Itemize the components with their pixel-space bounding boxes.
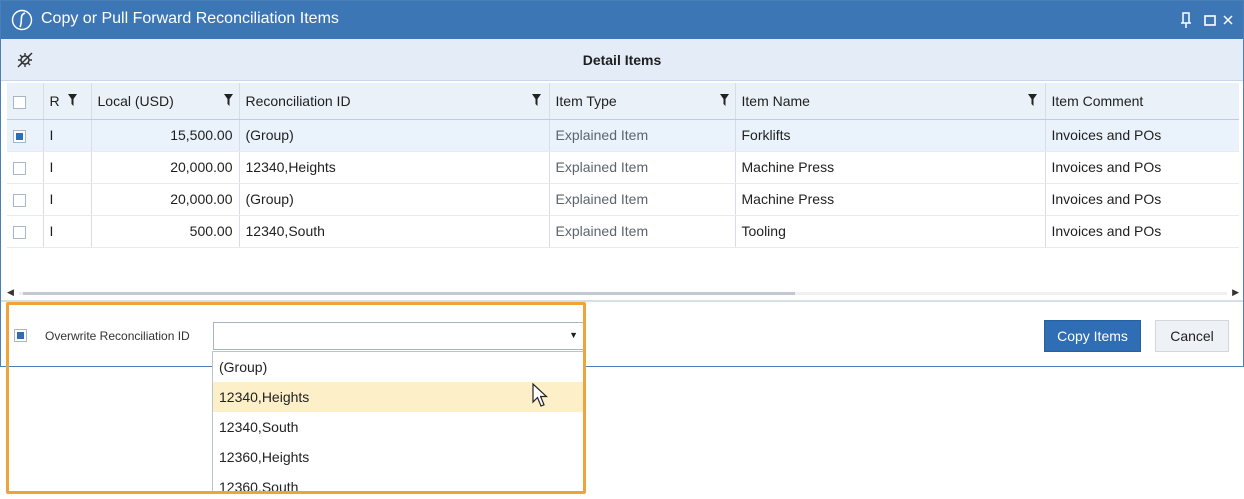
copy-items-dialog: Copy or Pull Forward Reconciliation Item…	[0, 0, 1244, 367]
row-checkbox[interactable]	[13, 161, 26, 175]
table-row[interactable]: I 20,000.00 12340,Heights Explained Item…	[7, 151, 1239, 184]
row-checkbox[interactable]	[13, 193, 26, 207]
column-label: R	[49, 92, 60, 109]
item-name-cell: Tooling	[735, 215, 1046, 248]
pin-icon[interactable]	[1179, 10, 1193, 30]
column-label: Reconciliation ID	[245, 92, 351, 109]
dropdown-option[interactable]: 12340,Heights	[213, 382, 583, 412]
dropdown-option[interactable]: 12360,Heights	[213, 442, 583, 472]
reconciliation-id-dropdown: (Group) 12340,Heights 12340,South 12360,…	[212, 351, 584, 494]
filter-icon[interactable]	[531, 94, 541, 106]
caret-down-icon[interactable]: ▼	[569, 330, 578, 340]
item-type-cell: Explained Item	[549, 151, 736, 184]
dropdown-option[interactable]: 12340,South	[213, 412, 583, 442]
column-header-item-type[interactable]: Item Type	[549, 83, 736, 120]
recon-id-cell: 12340,Heights	[239, 151, 550, 184]
item-name-cell: Machine Press	[735, 183, 1046, 216]
r-cell: I	[43, 183, 92, 216]
item-type-cell: Explained Item	[549, 215, 736, 248]
horizontal-scrollbar[interactable]: ◀ ▶	[7, 287, 1239, 299]
title-bar: Copy or Pull Forward Reconciliation Item…	[1, 1, 1243, 39]
item-type-cell: Explained Item	[549, 119, 736, 152]
overwrite-label: Overwrite Reconciliation ID	[45, 329, 190, 343]
recon-id-cell: 12340,South	[239, 215, 550, 248]
detail-items-header: Detail Items	[1, 39, 1243, 81]
column-label: Local (USD)	[97, 92, 174, 109]
row-select-cell	[7, 151, 44, 184]
copy-items-button[interactable]: Copy Items	[1044, 320, 1141, 352]
scroll-left-icon[interactable]: ◀	[7, 287, 14, 298]
scroll-thumb[interactable]	[23, 292, 795, 295]
dropdown-option[interactable]: 12360,South	[213, 472, 583, 493]
select-all-cell	[7, 83, 44, 120]
local-cell: 20,000.00	[91, 183, 240, 216]
row-select-cell	[7, 215, 44, 248]
item-name-cell: Forklifts	[735, 119, 1046, 152]
select-all-checkbox[interactable]	[13, 95, 26, 109]
recon-id-cell: (Group)	[239, 119, 550, 152]
item-comment-cell: Invoices and POs	[1045, 215, 1239, 248]
table-row[interactable]: I 15,500.00 (Group) Explained Item Forkl…	[7, 119, 1239, 152]
footer-divider	[1, 300, 1243, 302]
r-cell: I	[43, 215, 92, 248]
row-checkbox[interactable]	[13, 225, 26, 239]
local-cell: 20,000.00	[91, 151, 240, 184]
scroll-right-icon[interactable]: ▶	[1232, 287, 1239, 298]
table-row[interactable]: I 500.00 12340,South Explained Item Tool…	[7, 215, 1239, 248]
detail-items-grid: R Local (USD) Reconciliation ID Item Typ…	[7, 83, 1239, 299]
mouse-cursor-icon	[532, 383, 548, 407]
r-cell: I	[43, 119, 92, 152]
item-name-cell: Machine Press	[735, 151, 1046, 184]
column-header-r[interactable]: R	[43, 83, 92, 120]
grid-header-row: R Local (USD) Reconciliation ID Item Typ…	[7, 83, 1239, 120]
item-comment-cell: Invoices and POs	[1045, 119, 1239, 152]
row-select-cell	[7, 183, 44, 216]
local-cell: 15,500.00	[91, 119, 240, 152]
close-icon[interactable]	[1221, 10, 1235, 30]
item-comment-cell: Invoices and POs	[1045, 151, 1239, 184]
row-checkbox[interactable]	[13, 129, 26, 143]
r-cell: I	[43, 151, 92, 184]
cancel-button[interactable]: Cancel	[1155, 320, 1229, 352]
dropdown-option[interactable]: (Group)	[213, 352, 583, 382]
filter-icon[interactable]	[67, 94, 77, 106]
reconciliation-id-combo[interactable]: ▼	[213, 322, 585, 350]
local-cell: 500.00	[91, 215, 240, 248]
recon-id-cell: (Group)	[239, 183, 550, 216]
row-select-cell	[7, 119, 44, 152]
column-label: Item Comment	[1051, 92, 1144, 109]
filter-icon[interactable]	[223, 94, 233, 106]
detail-items-caption: Detail Items	[582, 52, 662, 68]
maximize-icon[interactable]	[1203, 10, 1217, 30]
table-row[interactable]: I 20,000.00 (Group) Explained Item Machi…	[7, 183, 1239, 216]
overwrite-checkbox[interactable]	[14, 329, 27, 342]
app-logo-icon	[11, 9, 33, 31]
column-label: Item Type	[555, 92, 617, 109]
filter-icon[interactable]	[719, 94, 729, 106]
column-header-recon-id[interactable]: Reconciliation ID	[239, 83, 550, 120]
item-comment-cell: Invoices and POs	[1045, 183, 1239, 216]
item-type-cell: Explained Item	[549, 183, 736, 216]
window-title: Copy or Pull Forward Reconciliation Item…	[41, 10, 339, 27]
column-header-item-comment[interactable]: Item Comment	[1045, 83, 1239, 120]
column-header-item-name[interactable]: Item Name	[735, 83, 1046, 120]
filter-icon[interactable]	[1027, 94, 1037, 106]
column-header-local[interactable]: Local (USD)	[91, 83, 240, 120]
column-label: Item Name	[741, 92, 810, 109]
